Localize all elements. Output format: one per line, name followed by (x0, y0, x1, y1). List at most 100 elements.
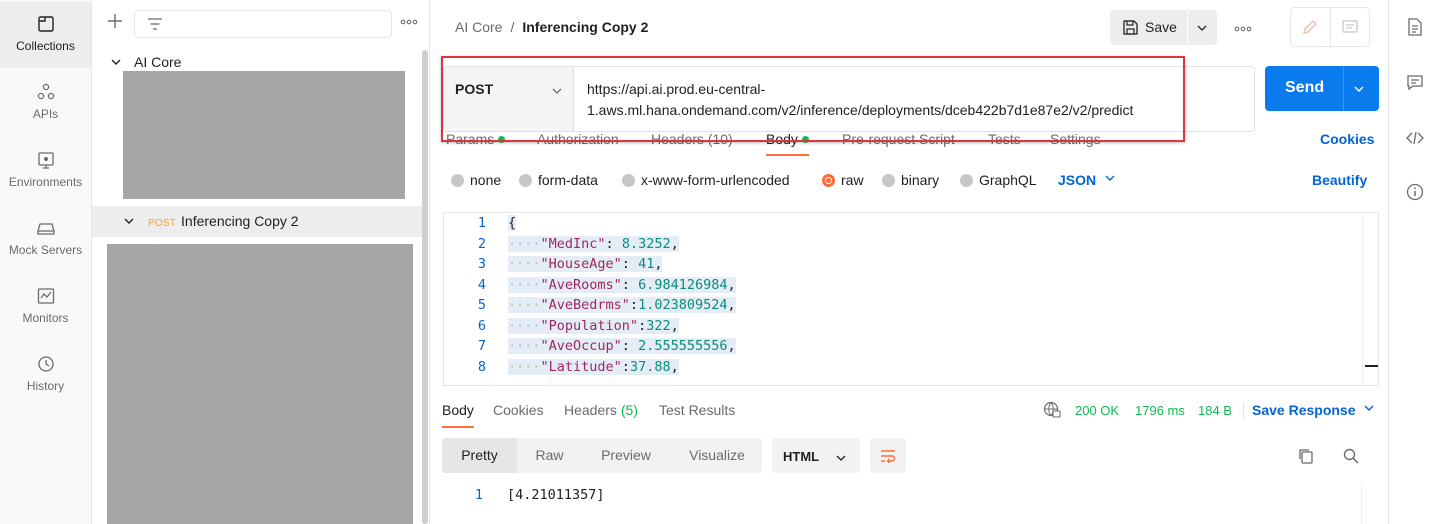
cookies-link[interactable]: Cookies (1320, 131, 1374, 147)
more-icon (400, 19, 418, 25)
json-key: "AveBedrms" (540, 297, 630, 313)
save-button[interactable]: Save (1110, 10, 1187, 45)
search-icon[interactable] (1342, 447, 1360, 465)
json-sep: : (638, 317, 647, 334)
code-snippet-icon[interactable] (1406, 129, 1424, 147)
response-time[interactable]: 1796 ms (1135, 403, 1185, 418)
tree-item-inferencing-copy-2[interactable]: POST Inferencing Copy 2 (92, 206, 422, 237)
divider (1343, 66, 1344, 111)
tab-label: Headers (564, 402, 617, 418)
request-editor: AI Core / Inferencing Copy 2 Save POST htt… (431, 0, 1388, 524)
comment-icon[interactable] (1341, 18, 1359, 36)
collections-icon (37, 16, 54, 32)
json-value: 322 (646, 317, 671, 334)
nav-mock-servers[interactable]: Mock Servers (0, 206, 91, 272)
tab-count: (5) (620, 402, 638, 418)
radio-circle (451, 174, 464, 187)
comments-icon[interactable] (1406, 73, 1424, 91)
chevron-down-icon[interactable] (1353, 83, 1365, 95)
response-tab-test-results[interactable]: Test Results (659, 402, 735, 418)
radio-circle (822, 174, 835, 187)
line-number: 1 (474, 487, 483, 503)
chevron-down-icon (1364, 405, 1373, 411)
radio-graphql[interactable]: GraphQL (960, 172, 1037, 188)
json-value: 8.3252 (621, 235, 671, 252)
send-label: Send (1285, 79, 1325, 96)
info-icon[interactable] (1406, 183, 1424, 201)
beautify-button[interactable]: Beautify (1312, 172, 1367, 188)
breadcrumb-current[interactable]: Inferencing Copy 2 (522, 19, 648, 35)
send-button[interactable]: Send (1265, 66, 1379, 111)
radio-label: none (470, 172, 502, 188)
sidebar-scrollbar[interactable] (422, 50, 428, 524)
save-response-label: Save Response (1252, 402, 1356, 418)
radio-raw[interactable]: raw (822, 172, 864, 188)
nav-apis-label: APIs (32, 107, 59, 121)
left-nav: Collections APIs Environments Mock Serve… (0, 0, 92, 524)
chevron-down-icon (1197, 25, 1207, 31)
json-sep: : (621, 256, 639, 272)
filter-input[interactable] (134, 10, 392, 38)
view-raw[interactable]: Raw (517, 438, 582, 473)
nav-monitors-label: Monitors (22, 311, 69, 325)
collections-sidebar: AI Core POST Inferencing Copy 2 (92, 0, 430, 524)
mock-servers-icon (36, 223, 55, 235)
code-editor[interactable]: 1 { 2 ····"MedInc": 8.3252, 3 ····"House… (443, 212, 1379, 386)
editor-scrollbar[interactable] (1362, 213, 1378, 385)
chevron-down-icon (124, 218, 134, 224)
radio-form-data[interactable]: form-data (519, 172, 598, 188)
plus-icon (108, 14, 122, 28)
request-more-button[interactable] (1234, 19, 1252, 35)
radio-none[interactable]: none (451, 172, 501, 188)
json-sep: : (605, 235, 622, 252)
json-value: 6.984126984 (638, 276, 728, 293)
add-collection-button[interactable] (106, 12, 126, 32)
globe-icon[interactable] (1043, 401, 1061, 419)
status-code[interactable]: 200 OK (1075, 403, 1119, 418)
history-icon (37, 356, 54, 372)
radio-binary[interactable]: binary (882, 172, 939, 188)
divider (1330, 8, 1331, 46)
line-number: 6 (477, 317, 486, 334)
json-punct: , (670, 358, 679, 375)
breadcrumb-separator: / (510, 19, 515, 35)
response-tab-body[interactable]: Body (442, 402, 474, 428)
view-preview[interactable]: Preview (590, 438, 662, 473)
response-tab-headers[interactable]: Headers (5) (564, 402, 638, 418)
radio-x-www-form-urlencoded[interactable]: x-www-form-urlencoded (622, 172, 790, 188)
wrap-lines-button[interactable] (870, 438, 906, 473)
copy-icon[interactable] (1297, 447, 1315, 465)
nav-apis[interactable]: APIs (0, 70, 91, 136)
json-sep: : (621, 358, 630, 375)
sidebar-more-button[interactable] (400, 12, 418, 28)
json-value: 2.555555556 (638, 338, 728, 354)
breadcrumb-parent[interactable]: AI Core (455, 19, 502, 35)
nav-environments[interactable]: Environments (0, 138, 91, 204)
nav-history[interactable]: History (0, 342, 91, 408)
response-tab-cookies[interactable]: Cookies (493, 402, 544, 418)
response-scrollbar[interactable] (1361, 486, 1379, 524)
line-number: 1 (477, 215, 486, 231)
save-response-button[interactable]: Save Response (1252, 402, 1375, 418)
view-visualize[interactable]: Visualize (677, 438, 757, 473)
documentation-icon[interactable] (1406, 17, 1424, 37)
redacted-area (123, 71, 405, 199)
response-format-select[interactable]: HTML (772, 438, 860, 473)
response-size[interactable]: 184 B (1198, 403, 1232, 418)
environments-icon (37, 152, 54, 169)
json-value: 37.88 (629, 358, 671, 375)
monitors-icon (37, 288, 54, 304)
language-select[interactable]: JSON (1058, 172, 1116, 188)
nav-monitors[interactable]: Monitors (0, 274, 91, 340)
request-header: AI Core / Inferencing Copy 2 Save (431, 0, 1388, 56)
save-options-button[interactable] (1188, 10, 1217, 45)
scroll-thumb[interactable] (1365, 365, 1378, 367)
edit-icon[interactable] (1301, 18, 1319, 36)
sidebar-toolbar (92, 0, 430, 46)
json-punct: , (727, 276, 736, 293)
json-punct: , (670, 235, 679, 252)
json-sep: : (621, 276, 639, 293)
view-pretty[interactable]: Pretty (442, 438, 517, 473)
nav-collections[interactable]: Collections (0, 2, 91, 68)
nav-collections-label: Collections (16, 39, 75, 53)
